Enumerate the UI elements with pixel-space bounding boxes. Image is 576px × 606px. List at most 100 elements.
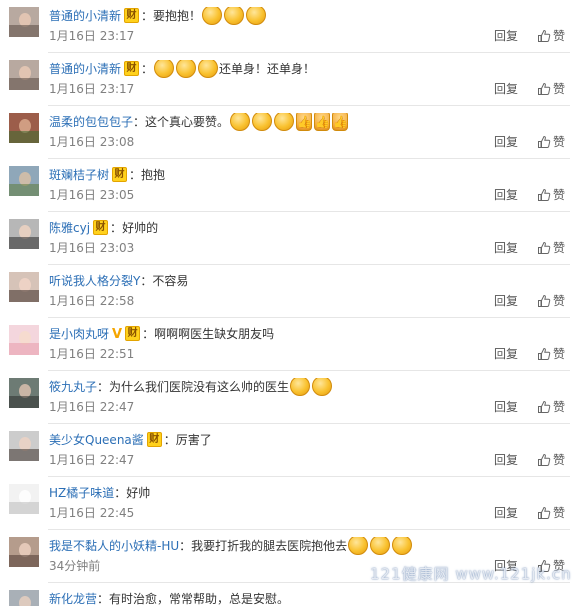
username-link[interactable]: 听说我人格分裂Y — [49, 274, 140, 288]
avatar[interactable] — [9, 166, 39, 196]
comment-colon: ： — [140, 274, 153, 288]
comment-timestamp: 1月16日 22:47 — [49, 400, 135, 414]
like-label: 赞 — [553, 29, 566, 43]
avatar[interactable] — [9, 378, 39, 408]
like-button[interactable]: 赞 — [537, 399, 565, 415]
laugh-emoji-icon — [348, 537, 369, 555]
like-button[interactable]: 赞 — [537, 134, 565, 150]
angry-emoji-icon — [246, 7, 267, 25]
username-link[interactable]: 温柔的包包包子 — [49, 115, 133, 129]
comment-text-line: 斑斓桔子树财：抱抱 — [49, 166, 556, 184]
like-button[interactable]: 赞 — [537, 28, 565, 44]
member-badge-icon[interactable]: 财 — [124, 61, 140, 76]
comment-content-before: 有时治愈，常常帮助，总是安慰。 — [109, 592, 290, 606]
comment-timestamp: 1月16日 23:08 — [49, 135, 135, 149]
comment-timestamp: 1月16日 22:45 — [49, 506, 135, 520]
comment-content-before: 抱抱 — [141, 168, 166, 182]
grin-emoji-icon — [274, 113, 295, 131]
avatar[interactable] — [9, 431, 39, 461]
like-label: 赞 — [553, 453, 566, 467]
comment-content-before: 为什么我们医院没有这么帅的医生 — [109, 380, 290, 394]
emoji-group — [201, 7, 267, 25]
like-button[interactable]: 赞 — [537, 81, 565, 97]
site-watermark: 121健康网 www.121jk.cn — [370, 565, 572, 583]
comment-list: 普通的小清新财：要抱抱！ 1月16日 23:17 回复 赞 普通的小清新财：还单… — [0, 0, 576, 606]
thumb-emoji-icon: 👍 — [314, 113, 331, 131]
comment-colon: ： — [97, 380, 110, 394]
member-badge-icon[interactable]: 财 — [146, 432, 162, 447]
reply-button[interactable]: 回复 — [494, 453, 518, 467]
avatar[interactable] — [9, 7, 39, 37]
like-label: 赞 — [553, 506, 566, 520]
username-link[interactable]: 美少女Queena酱 — [49, 433, 144, 447]
avatar[interactable] — [9, 219, 39, 249]
comment-text-line: 听说我人格分裂Y：不容易 — [49, 272, 556, 290]
comment-item: HZ橘子味道：好帅 1月16日 22:45 回复 赞 — [0, 477, 576, 530]
member-badge-icon[interactable]: 财 — [124, 8, 140, 23]
thumbs-up-icon — [538, 453, 551, 466]
thumbs-up-icon — [538, 400, 551, 413]
username-link[interactable]: 是小肉丸呀 — [49, 327, 109, 341]
member-badge-icon[interactable]: 财 — [112, 167, 128, 182]
member-badge-icon[interactable]: 财 — [125, 326, 141, 341]
comment-colon: ： — [97, 592, 110, 606]
avatar[interactable] — [9, 325, 39, 355]
avatar[interactable] — [9, 113, 39, 143]
username-link[interactable]: 新化龙营 — [49, 592, 97, 606]
angry-emoji-icon — [176, 60, 197, 78]
reply-button[interactable]: 回复 — [494, 347, 518, 361]
thumbs-up-icon — [538, 506, 551, 519]
username-link[interactable]: 我是不黏人的小妖精-HU — [49, 539, 179, 553]
username-link[interactable]: 陈雅cyj — [49, 221, 90, 235]
reply-button[interactable]: 回复 — [494, 135, 518, 149]
reply-button[interactable]: 回复 — [494, 400, 518, 414]
avatar[interactable] — [9, 537, 39, 567]
avatar-shade — [9, 449, 39, 461]
comment-content-before: 啊啊啊医生缺女朋友吗 — [154, 327, 275, 341]
angry-emoji-icon — [224, 7, 245, 25]
comment-content-before: 要抱抱！ — [153, 9, 202, 23]
comment-content-before: 我要打折我的腿去医院抱他去 — [191, 539, 348, 553]
like-label: 赞 — [553, 400, 566, 414]
comment-item: 斑斓桔子树财：抱抱 1月16日 23:05 回复 赞 — [0, 159, 576, 212]
avatar[interactable] — [9, 484, 39, 514]
username-link[interactable]: 普通的小清新 — [49, 62, 121, 76]
thumbs-up-icon — [538, 294, 551, 307]
emoji-group: 👍 👍 👍 — [229, 113, 349, 131]
comment-colon: ： — [141, 9, 154, 23]
avatar-shade — [9, 343, 39, 355]
avatar-shade — [9, 396, 39, 408]
laugh-emoji-icon — [370, 537, 391, 555]
reply-button[interactable]: 回复 — [494, 29, 518, 43]
verified-v-icon[interactable]: V — [112, 327, 122, 342]
reply-button[interactable]: 回复 — [494, 506, 518, 520]
comment-colon: ： — [142, 327, 155, 341]
username-link[interactable]: HZ橘子味道 — [49, 486, 114, 500]
username-link[interactable]: 普通的小清新 — [49, 9, 121, 23]
emoji-group — [347, 537, 413, 555]
username-link[interactable]: 斑斓桔子树 — [49, 168, 109, 182]
like-button[interactable]: 赞 — [537, 505, 565, 521]
like-button[interactable]: 赞 — [537, 452, 565, 468]
like-button[interactable]: 赞 — [537, 346, 565, 362]
avatar[interactable] — [9, 60, 39, 90]
reply-button[interactable]: 回复 — [494, 82, 518, 96]
cry-emoji-icon — [312, 378, 333, 396]
like-button[interactable]: 赞 — [537, 187, 565, 203]
comment-colon: ： — [179, 539, 192, 553]
avatar[interactable] — [9, 272, 39, 302]
comment-colon: ： — [129, 168, 142, 182]
username-link[interactable]: 筱九丸子 — [49, 380, 97, 394]
reply-button[interactable]: 回复 — [494, 188, 518, 202]
comment-text-line: 美少女Queena酱财：厉害了 — [49, 431, 556, 449]
reply-button[interactable]: 回复 — [494, 294, 518, 308]
member-badge-icon[interactable]: 财 — [93, 220, 109, 235]
reply-button[interactable]: 回复 — [494, 241, 518, 255]
like-button[interactable]: 赞 — [537, 293, 565, 309]
comment-timestamp: 1月16日 23:03 — [49, 241, 135, 255]
thumbs-up-icon — [538, 347, 551, 360]
comment-content-before: 厉害了 — [175, 433, 212, 447]
like-button[interactable]: 赞 — [537, 240, 565, 256]
grin-emoji-icon — [230, 113, 251, 131]
avatar[interactable] — [9, 590, 39, 606]
